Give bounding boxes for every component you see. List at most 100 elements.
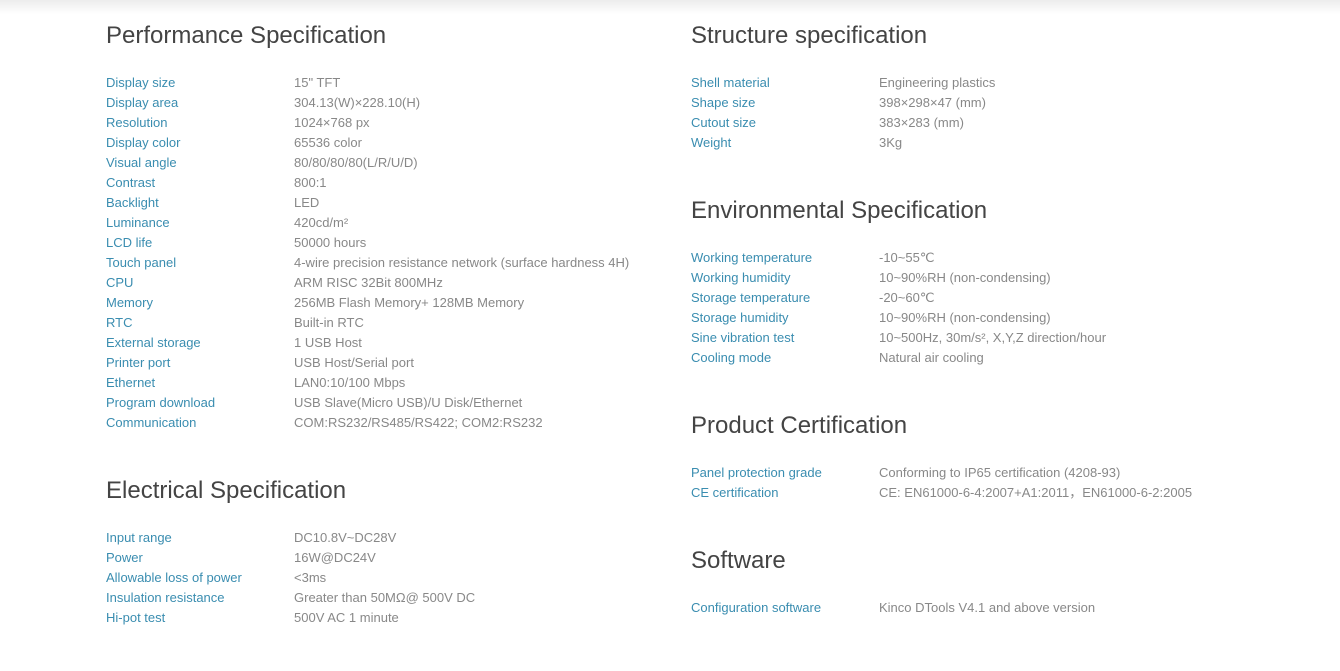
spec-label: Hi-pot test: [106, 608, 294, 628]
spec-label: Ethernet: [106, 373, 294, 393]
spec-row-cpu: CPUARM RISC 32Bit 800MHz: [106, 273, 666, 293]
spec-label: CPU: [106, 273, 294, 293]
left-column: Performance Specification Display size15"…: [106, 21, 666, 671]
spec-row-weight: Weight3Kg: [691, 133, 1291, 153]
spec-row-shell-material: Shell materialEngineering plastics: [691, 73, 1291, 93]
section-electrical-specification: Electrical Specification Input rangeDC10.…: [106, 476, 666, 628]
spec-label: Display area: [106, 93, 294, 113]
section-environmental-specification: Environmental SpecificationWorking tempe…: [691, 196, 1291, 368]
spec-value: Natural air cooling: [879, 348, 984, 368]
spec-label: Printer port: [106, 353, 294, 373]
spec-value: 1 USB Host: [294, 333, 362, 353]
spec-row-input-range: Input rangeDC10.8V~DC28V: [106, 528, 666, 548]
spec-label: Input range: [106, 528, 294, 548]
spec-value: 80/80/80/80(L/R/U/D): [294, 153, 418, 173]
section-title: Product Certification: [691, 411, 1291, 441]
spec-row-display-color: Display color65536 color: [106, 133, 666, 153]
spec-row-sine-vibration-test: Sine vibration test10~500Hz, 30m/s², X,Y…: [691, 328, 1291, 348]
section-performance-specification: Performance Specification Display size15"…: [106, 21, 666, 433]
spec-value: 3Kg: [879, 133, 902, 153]
spec-value: 4-wire precision resistance network (sur…: [294, 253, 629, 273]
spec-label: Shell material: [691, 73, 879, 93]
spec-value: 398×298×47 (mm): [879, 93, 986, 113]
spec-row-rtc: RTCBuilt-in RTC: [106, 313, 666, 333]
spec-row-memory: Memory256MB Flash Memory+ 128MB Memory: [106, 293, 666, 313]
spec-label: Storage temperature: [691, 288, 879, 308]
spec-label: LCD life: [106, 233, 294, 253]
spec-label: Cooling mode: [691, 348, 879, 368]
spec-label: Visual angle: [106, 153, 294, 173]
spec-row-shape-size: Shape size398×298×47 (mm): [691, 93, 1291, 113]
spec-row-storage-temperature: Storage temperature-20~60℃: [691, 288, 1291, 308]
spec-row-visual-angle: Visual angle80/80/80/80(L/R/U/D): [106, 153, 666, 173]
spec-row-power: Power16W@DC24V: [106, 548, 666, 568]
spec-value: COM:RS232/RS485/RS422; COM2:RS232: [294, 413, 543, 433]
spec-label: Touch panel: [106, 253, 294, 273]
spec-row-resolution: Resolution1024×768 px: [106, 113, 666, 133]
spec-row-backlight: BacklightLED: [106, 193, 666, 213]
spec-label: Working humidity: [691, 268, 879, 288]
spec-value: 383×283 (mm): [879, 113, 964, 133]
spec-value: Greater than 50MΩ@ 500V DC: [294, 588, 475, 608]
spec-value: Engineering plastics: [879, 73, 995, 93]
spec-value: Kinco DTools V4.1 and above version: [879, 598, 1095, 618]
spec-value: 65536 color: [294, 133, 362, 153]
spec-row-ethernet: EthernetLAN0:10/100 Mbps: [106, 373, 666, 393]
spec-row-panel-protection-grade: Panel protection gradeConforming to IP65…: [691, 463, 1291, 483]
spec-row-insulation-resistance: Insulation resistanceGreater than 50MΩ@ …: [106, 588, 666, 608]
spec-label: Shape size: [691, 93, 879, 113]
spec-label: CE certification: [691, 483, 879, 503]
section-title: Performance Specification: [106, 21, 666, 51]
section-title: Software: [691, 546, 1291, 576]
right-column: Structure specificationShell materialEng…: [691, 21, 1291, 661]
spec-value: Built-in RTC: [294, 313, 364, 333]
spec-row-configuration-software: Configuration softwareKinco DTools V4.1 …: [691, 598, 1291, 618]
spec-label: Power: [106, 548, 294, 568]
spec-row-working-humidity: Working humidity10~90%RH (non-condensing…: [691, 268, 1291, 288]
spec-value: 10~500Hz, 30m/s², X,Y,Z direction/hour: [879, 328, 1106, 348]
spec-value: LED: [294, 193, 319, 213]
spec-label: Working temperature: [691, 248, 879, 268]
spec-value: USB Slave(Micro USB)/U Disk/Ethernet: [294, 393, 522, 413]
spec-row-printer-port: Printer portUSB Host/Serial port: [106, 353, 666, 373]
section-structure-specification: Structure specificationShell materialEng…: [691, 21, 1291, 153]
spec-label: Sine vibration test: [691, 328, 879, 348]
spec-value: 16W@DC24V: [294, 548, 376, 568]
top-shadow: [0, 0, 1340, 14]
spec-row-external-storage: External storage1 USB Host: [106, 333, 666, 353]
spec-row-ce-certification: CE certificationCE: EN61000-6-4:2007+A1:…: [691, 483, 1291, 503]
spec-row-display-area: Display area304.13(W)×228.10(H): [106, 93, 666, 113]
spec-value: -20~60℃: [879, 288, 934, 308]
spec-label: Communication: [106, 413, 294, 433]
section-product-certification: Product Certification Panel protection gr…: [691, 411, 1291, 503]
spec-label: Insulation resistance: [106, 588, 294, 608]
spec-row-communication: CommunicationCOM:RS232/RS485/RS422; COM2…: [106, 413, 666, 433]
spec-label: Memory: [106, 293, 294, 313]
spec-label: Contrast: [106, 173, 294, 193]
spec-row-storage-humidity: Storage humidity10~90%RH (non-condensing…: [691, 308, 1291, 328]
spec-value: 1024×768 px: [294, 113, 370, 133]
section-title: Electrical Specification: [106, 476, 666, 506]
spec-value: DC10.8V~DC28V: [294, 528, 396, 548]
spec-value: ARM RISC 32Bit 800MHz: [294, 273, 443, 293]
spec-label: Cutout size: [691, 113, 879, 133]
spec-value: CE: EN61000-6-4:2007+A1:2011，EN61000-6-2…: [879, 483, 1192, 503]
spec-label: Program download: [106, 393, 294, 413]
spec-value: USB Host/Serial port: [294, 353, 414, 373]
spec-label: RTC: [106, 313, 294, 333]
spec-row-hi-pot-test: Hi-pot test500V AC 1 minute: [106, 608, 666, 628]
spec-label: External storage: [106, 333, 294, 353]
spec-value: Conforming to IP65 certification (4208-9…: [879, 463, 1120, 483]
spec-label: Luminance: [106, 213, 294, 233]
spec-value: 500V AC 1 minute: [294, 608, 399, 628]
spec-row-display-size: Display size15" TFT: [106, 73, 666, 93]
spec-row-touch-panel: Touch panel4-wire precision resistance n…: [106, 253, 666, 273]
spec-row-allowable-loss-of-power: Allowable loss of power<3ms: [106, 568, 666, 588]
spec-label: Storage humidity: [691, 308, 879, 328]
spec-label: Backlight: [106, 193, 294, 213]
spec-row-contrast: Contrast800:1: [106, 173, 666, 193]
spec-row-program-download: Program downloadUSB Slave(Micro USB)/U D…: [106, 393, 666, 413]
spec-value: 420cd/m²: [294, 213, 348, 233]
spec-row-cutout-size: Cutout size383×283 (mm): [691, 113, 1291, 133]
spec-value: 800:1: [294, 173, 327, 193]
